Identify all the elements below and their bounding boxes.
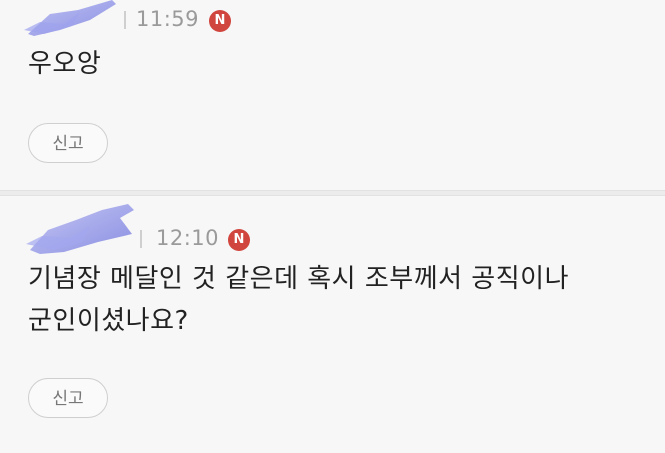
comment-text: 우오앙 [28, 43, 101, 85]
comment-text: 기념장 메달인 것 같은데 혹시 조부께서 공직이나 군인이셨나요? [28, 258, 569, 342]
new-badge-icon: N [228, 229, 250, 251]
comment-timestamp: 12:10 [156, 226, 220, 250]
comment-text-line: 군인이셨나요? [28, 306, 189, 336]
comment-timestamp: 11:59 [136, 7, 200, 31]
comment-text-line: 우오앙 [28, 49, 102, 79]
comment-list: 11:59 N 우오앙 신고 12:10 N 기념장 메달인 것 같은데 혹시 … [0, 0, 665, 453]
comment-item: 11:59 N 우오앙 신고 [0, 0, 665, 190]
report-button[interactable]: 신고 [28, 378, 108, 418]
meta-divider [140, 230, 142, 248]
meta-divider [124, 11, 126, 29]
report-button[interactable]: 신고 [28, 123, 108, 163]
blurred-avatar-icon [24, 204, 136, 254]
comment-text-line: 기념장 메달인 것 같은데 혹시 조부께서 공직이나 [28, 264, 569, 294]
comment-item: 12:10 N 기념장 메달인 것 같은데 혹시 조부께서 공직이나 군인이셨나… [0, 196, 665, 453]
new-badge-icon: N [209, 10, 231, 32]
blurred-avatar-icon [20, 0, 120, 36]
